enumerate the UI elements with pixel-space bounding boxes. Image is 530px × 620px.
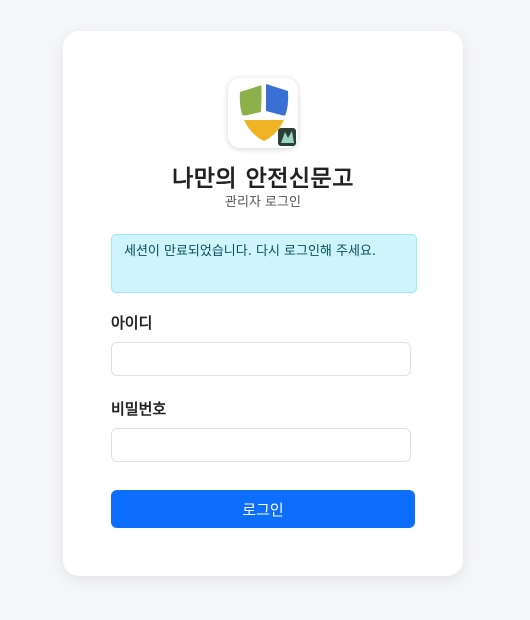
page-subtitle: 관리자 로그인 — [225, 195, 301, 210]
id-input[interactable] — [111, 342, 411, 376]
password-input[interactable] — [111, 428, 411, 462]
login-button[interactable]: 로그인 — [111, 490, 415, 528]
page-title: 나만의 안전신문고 — [172, 166, 354, 192]
session-expired-alert: 세션이 만료되었습니다. 다시 로그인해 주세요. — [111, 234, 417, 293]
alert-message: 세션이 만료되었습니다. 다시 로그인해 주세요. — [124, 244, 377, 259]
password-label: 비밀번호 — [111, 400, 167, 418]
shield-logo-icon — [239, 84, 296, 146]
id-label: 아이디 — [111, 314, 153, 332]
login-card: 나만의 안전신문고 관리자 로그인 세션이 만료되었습니다. 다시 로그인해 주… — [63, 31, 463, 576]
app-logo — [228, 78, 298, 148]
